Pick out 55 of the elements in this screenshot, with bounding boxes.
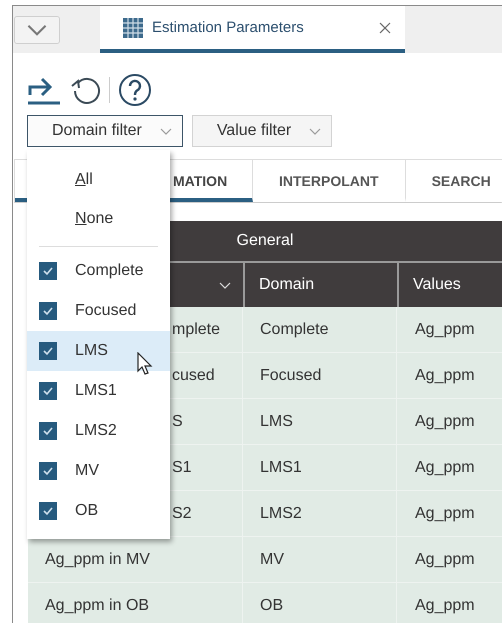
menu-item[interactable]: LMS2 xyxy=(27,411,170,451)
checkbox[interactable] xyxy=(39,262,57,280)
table-cell: MV xyxy=(243,537,397,583)
menu-item[interactable]: MV xyxy=(27,451,170,491)
table-cell: Ag_ppm xyxy=(397,491,502,537)
menu-item[interactable]: Focused xyxy=(27,291,170,331)
check-icon xyxy=(42,386,54,396)
chevron-icon xyxy=(309,128,322,134)
table-cell: Ag_ppm in OB xyxy=(28,583,243,623)
table-cell: OB xyxy=(243,583,397,623)
check-icon xyxy=(42,306,54,316)
checkbox[interactable] xyxy=(39,462,57,480)
table-cell: LMS1 xyxy=(243,445,397,491)
column-header[interactable]: Values xyxy=(397,261,502,307)
cursor-icon xyxy=(137,352,153,376)
table-cell: Ag_ppm xyxy=(397,399,502,445)
check-icon xyxy=(42,466,54,476)
menu-item[interactable]: Complete xyxy=(27,251,170,291)
filter-dropdown[interactable]: Domain filter xyxy=(27,115,183,147)
menu-item[interactable]: None xyxy=(27,199,170,238)
check-icon xyxy=(42,426,54,436)
check-icon xyxy=(42,266,54,276)
table-cell: LMS xyxy=(243,399,397,445)
help-icon[interactable] xyxy=(118,73,152,107)
document-tab[interactable]: Estimation Parameters xyxy=(100,6,405,53)
close-icon[interactable] xyxy=(379,22,391,34)
chevron-icon xyxy=(160,128,172,134)
check-icon xyxy=(42,346,54,356)
checkbox[interactable] xyxy=(39,342,57,360)
checkbox[interactable] xyxy=(39,302,57,320)
table-cell: Ag_ppm in MV xyxy=(28,537,243,583)
collapse-button[interactable] xyxy=(14,16,60,44)
table-cell: Ag_ppm xyxy=(397,537,502,583)
column-header[interactable]: Domain xyxy=(243,261,397,307)
chevron-icon xyxy=(26,24,48,36)
table-cell: Ag_ppm xyxy=(397,307,502,353)
chevron-icon xyxy=(219,282,231,288)
undo-icon[interactable] xyxy=(69,75,101,105)
menu-item[interactable]: LMS1 xyxy=(27,371,170,411)
menu-item[interactable]: OB xyxy=(27,491,170,531)
table-icon xyxy=(122,16,144,38)
menu-item[interactable]: LMS xyxy=(27,331,170,371)
table-cell: Focused xyxy=(243,353,397,399)
table-cell: Ag_ppm xyxy=(397,445,502,491)
check-icon xyxy=(42,506,54,516)
table-cell: Ag_ppm xyxy=(397,583,502,623)
checkbox[interactable] xyxy=(39,382,57,400)
table-cell: Complete xyxy=(243,307,397,353)
table-cell: Ag_ppm xyxy=(397,353,502,399)
table-cell: LMS2 xyxy=(243,491,397,537)
menu-item[interactable]: All xyxy=(27,160,170,199)
checkbox[interactable] xyxy=(39,502,57,520)
filter-dropdown[interactable]: Value filter xyxy=(192,115,332,147)
export-icon[interactable] xyxy=(27,75,61,105)
checkbox[interactable] xyxy=(39,422,57,440)
